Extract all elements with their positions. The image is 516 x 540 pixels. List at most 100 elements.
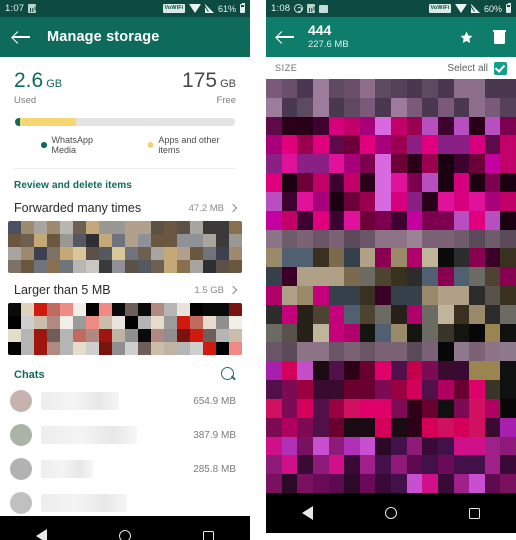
media-thumbnail-pixel <box>469 323 485 343</box>
media-thumbnail-pixel <box>328 267 345 286</box>
select-all-control[interactable]: Select all <box>447 61 507 75</box>
nav-recents-icon[interactable] <box>203 530 214 540</box>
screenshot-icon <box>319 4 329 13</box>
battery-percent-label: 61% <box>217 3 236 14</box>
thumbnail-pixel <box>8 303 21 316</box>
media-thumbnail-pixel <box>375 304 391 324</box>
back-arrow-icon[interactable] <box>13 30 30 44</box>
media-thumbnail-pixel <box>375 97 391 117</box>
media-thumbnail-pixel <box>312 398 329 418</box>
thumbnail-pixel <box>73 221 86 234</box>
media-thumbnail-pixel <box>375 191 391 211</box>
media-thumbnail-pixel <box>359 474 376 493</box>
thumbnail-pixel <box>177 247 190 260</box>
star-icon[interactable] <box>459 30 474 45</box>
chats-section-heading: Chats <box>14 368 45 381</box>
media-thumbnail-pixel <box>437 79 454 98</box>
media-thumbnail-pixel <box>437 191 454 211</box>
media-thumbnail-pixel <box>406 79 423 98</box>
media-thumbnail-pixel <box>500 417 516 437</box>
media-thumbnail-pixel <box>422 229 438 249</box>
legend-dot-apps-icon <box>147 142 154 148</box>
media-thumbnail-pixel <box>437 229 454 249</box>
media-thumbnail-pixel <box>297 97 313 117</box>
nav-home-icon[interactable] <box>119 530 131 540</box>
media-thumbnail-pixel <box>437 97 454 117</box>
thumbnail-pixel <box>151 260 164 273</box>
media-thumbnail-pixel <box>469 361 485 381</box>
media-thumbnail-pixel <box>406 380 423 399</box>
thumbnail-pixel <box>125 303 138 316</box>
media-thumbnail-pixel <box>453 248 470 268</box>
media-thumbnail-pixel <box>391 380 407 399</box>
legend-label-apps: Apps and other items <box>158 135 220 155</box>
chat-list-item[interactable] <box>0 486 250 516</box>
media-thumbnail-pixel <box>406 455 423 475</box>
media-thumbnail-pixel <box>500 191 516 211</box>
nav-back-icon[interactable] <box>302 506 313 520</box>
media-thumbnail-pixel <box>312 267 329 286</box>
thumbnail-pixel <box>47 221 60 234</box>
nav-recents-icon[interactable] <box>469 507 480 519</box>
select-all-checkbox[interactable] <box>494 61 507 75</box>
media-thumbnail-pixel <box>406 304 423 324</box>
media-thumbnail-pixel <box>484 342 501 362</box>
media-thumbnail-pixel <box>359 286 376 305</box>
back-arrow-icon[interactable] <box>277 30 294 44</box>
media-thumbnail-pixel <box>375 79 391 98</box>
media-thumbnail-pixel <box>375 417 391 437</box>
review-item-forwarded-many-times[interactable]: Forwarded many times 47.2 MB <box>0 191 250 221</box>
media-thumbnail-pixel <box>328 286 345 305</box>
thumbnail-pixel <box>125 342 138 355</box>
thumbnail-pixel <box>151 247 164 260</box>
media-thumbnail-pixel <box>391 304 407 324</box>
sort-label[interactable]: SIZE <box>275 63 297 73</box>
media-thumbnail-grid[interactable] <box>266 79 516 493</box>
review-item-larger-than-5mb[interactable]: Larger than 5 MB 1.5 GB <box>0 273 250 303</box>
avatar <box>10 492 32 514</box>
chat-list-item[interactable]: 285.8 MB <box>0 452 250 486</box>
media-thumbnail-pixel <box>312 417 329 437</box>
media-thumbnail-pixel <box>391 361 407 381</box>
chat-list-item[interactable]: 387.9 MB <box>0 418 250 452</box>
media-thumbnail-pixel <box>437 248 454 268</box>
left-phone-screen: 1:07 VoWiFi 61% Manage storage 2.6 GB Us… <box>0 0 250 540</box>
chat-name-redacted <box>41 494 127 512</box>
thumbnail-pixel <box>164 247 177 260</box>
larger-than-5mb-thumbnail-strip[interactable] <box>8 303 242 355</box>
media-thumbnail-pixel <box>422 267 438 286</box>
thumbnail-pixel <box>216 303 229 316</box>
chat-list-item[interactable]: 654.9 MB <box>0 384 250 418</box>
media-thumbnail-pixel <box>406 267 423 286</box>
forwarded-thumbnail-strip[interactable] <box>8 221 242 273</box>
media-thumbnail-pixel <box>266 380 282 399</box>
media-thumbnail-pixel <box>469 173 485 192</box>
media-thumbnail-pixel <box>437 116 454 136</box>
thumbnail-pixel <box>86 329 99 342</box>
thumbnail-pixel <box>99 329 112 342</box>
thumbnail-pixel <box>21 303 34 316</box>
media-thumbnail-pixel <box>406 323 423 343</box>
media-thumbnail-pixel <box>500 361 516 381</box>
media-thumbnail-pixel <box>281 79 298 98</box>
media-thumbnail-pixel <box>375 229 391 249</box>
media-thumbnail-pixel <box>469 267 485 286</box>
thumbnail-pixel <box>229 329 242 342</box>
media-thumbnail-pixel <box>437 135 454 155</box>
nav-back-icon[interactable] <box>36 529 47 540</box>
media-thumbnail-pixel <box>453 210 470 230</box>
search-icon[interactable] <box>221 367 236 382</box>
thumbnail-pixel <box>112 303 125 316</box>
thumbnail-pixel <box>216 247 229 260</box>
thumbnail-pixel <box>86 316 99 329</box>
media-thumbnail-pixel <box>406 229 423 249</box>
media-thumbnail-pixel <box>437 210 454 230</box>
legend-item-apps: Apps and other items <box>147 135 236 155</box>
media-thumbnail-pixel <box>281 436 298 456</box>
nav-home-icon[interactable] <box>385 507 397 519</box>
media-thumbnail-pixel <box>469 79 485 98</box>
media-thumbnail-pixel <box>391 474 407 493</box>
trash-icon[interactable] <box>493 30 506 45</box>
media-thumbnail-pixel <box>437 436 454 456</box>
thumbnail-pixel <box>34 234 47 247</box>
